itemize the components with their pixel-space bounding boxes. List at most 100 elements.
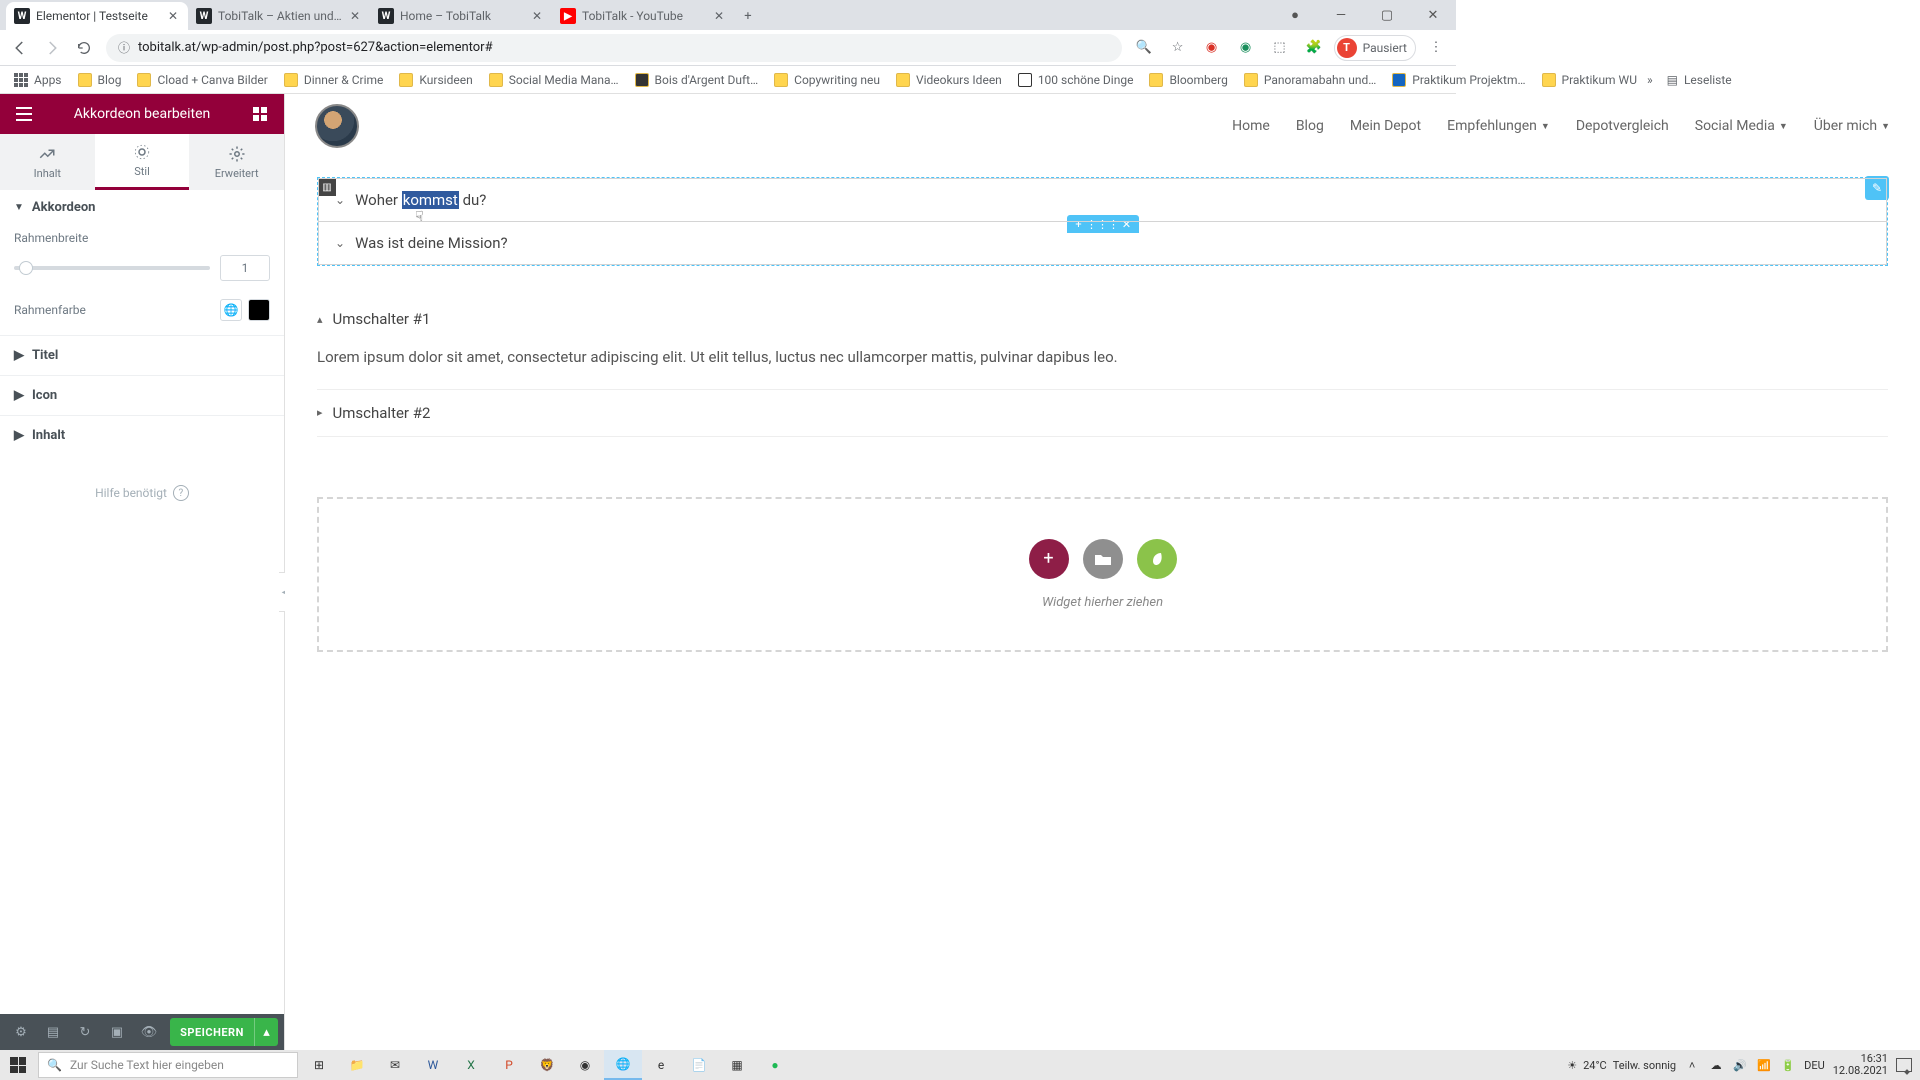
- browser-tab[interactable]: W TobiTalk – Aktien und persönliche ✕: [188, 2, 370, 30]
- taskbar-search[interactable]: 🔍 Zur Suche Text hier eingeben: [38, 1052, 298, 1078]
- maximize-button[interactable]: ▢: [1364, 0, 1410, 30]
- extension-icon[interactable]: ◉: [1232, 34, 1260, 62]
- editor-canvas[interactable]: Home Blog Mein Depot Empfehlungen▼ Depot…: [285, 94, 1920, 1050]
- spotify-icon[interactable]: ●: [756, 1050, 794, 1080]
- reading-list-button[interactable]: ▤Leseliste: [1661, 68, 1738, 92]
- toggle-item[interactable]: ▴Umschalter #1 Lorem ipsum dolor sit ame…: [317, 296, 1888, 390]
- powerpoint-icon[interactable]: P: [490, 1050, 528, 1080]
- extension-icon[interactable]: ◉: [1198, 34, 1226, 62]
- tray-chevron-icon[interactable]: ˄: [1684, 1057, 1700, 1073]
- wifi-icon[interactable]: 📶: [1756, 1057, 1772, 1073]
- section-accordion-toggle[interactable]: ▼ Akkordeon: [0, 190, 284, 225]
- global-color-icon[interactable]: 🌐: [220, 299, 242, 321]
- browser-tab[interactable]: ▶ TobiTalk - YouTube ✕: [552, 2, 734, 30]
- history-icon[interactable]: ↻: [70, 1017, 100, 1047]
- chrome-menu-icon[interactable]: ⋮: [1422, 34, 1450, 62]
- close-icon[interactable]: ✕: [166, 9, 180, 23]
- help-link[interactable]: Hilfe benötigt ?: [0, 455, 284, 531]
- add-section-button[interactable]: +: [1029, 539, 1069, 579]
- chrome-icon[interactable]: 🌐: [604, 1050, 642, 1080]
- nav-item-empfehlungen[interactable]: Empfehlungen▼: [1447, 118, 1550, 134]
- section-titel-toggle[interactable]: ▶Titel: [0, 335, 284, 375]
- settings-icon[interactable]: ⚙: [6, 1017, 36, 1047]
- edge-icon[interactable]: e: [642, 1050, 680, 1080]
- minimize-button[interactable]: —: [1318, 0, 1364, 30]
- widgets-grid-icon[interactable]: [244, 98, 276, 130]
- template-library-button[interactable]: [1083, 539, 1123, 579]
- close-icon[interactable]: ✕: [712, 9, 726, 23]
- account-dot-icon[interactable]: ●: [1272, 0, 1318, 30]
- app-icon[interactable]: 📄: [680, 1050, 718, 1080]
- accordion-item[interactable]: ⌄ Woher kommst du? ☟: [319, 179, 1886, 222]
- word-icon[interactable]: W: [414, 1050, 452, 1080]
- bookmark-item[interactable]: Copywriting neu: [768, 68, 886, 92]
- bookmark-item[interactable]: Blog: [72, 68, 128, 92]
- site-info-icon[interactable]: ⓘ: [118, 39, 130, 56]
- weather-widget[interactable]: ☀ 24°C Teilw. sonnig: [1567, 1059, 1676, 1072]
- menu-icon[interactable]: [8, 98, 40, 130]
- toggle-item[interactable]: ▸Umschalter #2: [317, 390, 1888, 437]
- obs-icon[interactable]: ◉: [566, 1050, 604, 1080]
- bookmark-item[interactable]: Cload + Canva Bilder: [131, 68, 273, 92]
- preview-icon[interactable]: 👁: [134, 1017, 164, 1047]
- nav-item-social[interactable]: Social Media▼: [1695, 118, 1788, 134]
- bookmark-item[interactable]: Praktikum Projektm…: [1386, 68, 1531, 92]
- close-window-button[interactable]: ✕: [1410, 0, 1456, 30]
- navigator-icon[interactable]: ▤: [38, 1017, 68, 1047]
- tab-advanced[interactable]: Erweitert: [189, 134, 284, 190]
- border-width-slider[interactable]: [14, 266, 210, 270]
- accordion-item[interactable]: ⌄ Was ist deine Mission?: [319, 222, 1886, 264]
- bookmark-item[interactable]: Social Media Mana…: [483, 68, 625, 92]
- language-indicator[interactable]: DEU: [1804, 1059, 1825, 1072]
- clock[interactable]: 16:31 12.08.2021: [1833, 1053, 1888, 1077]
- toggle-widget[interactable]: ▴Umschalter #1 Lorem ipsum dolor sit ame…: [317, 296, 1888, 437]
- browser-tab[interactable]: W Elementor | Testseite ✕: [6, 2, 188, 30]
- bookmark-item[interactable]: Bois d'Argent Duft…: [629, 68, 765, 92]
- notifications-icon[interactable]: [1896, 1057, 1912, 1073]
- save-button[interactable]: SPEICHERN: [170, 1018, 254, 1046]
- extension-icon[interactable]: ⬚: [1266, 34, 1294, 62]
- section-icon-toggle[interactable]: ▶Icon: [0, 375, 284, 415]
- nav-item-depotvergleich[interactable]: Depotvergleich: [1576, 118, 1669, 134]
- profile-button[interactable]: T Pausiert: [1334, 35, 1416, 61]
- slider-thumb[interactable]: [19, 261, 33, 275]
- bookmark-star-icon[interactable]: ☆: [1164, 34, 1192, 62]
- forward-button[interactable]: [38, 34, 66, 62]
- site-logo[interactable]: [315, 104, 359, 148]
- mail-icon[interactable]: ✉: [376, 1050, 414, 1080]
- bookmark-apps[interactable]: Apps: [8, 68, 68, 92]
- bookmark-item[interactable]: Dinner & Crime: [278, 68, 390, 92]
- new-tab-button[interactable]: +: [734, 2, 762, 30]
- bookmark-item[interactable]: 100 schöne Dinge: [1012, 68, 1140, 92]
- address-bar[interactable]: ⓘ tobitalk.at/wp-admin/post.php?post=627…: [106, 34, 1122, 62]
- excel-icon[interactable]: X: [452, 1050, 490, 1080]
- brave-icon[interactable]: 🦁: [528, 1050, 566, 1080]
- add-section-dropzone[interactable]: + Widget hierher ziehen: [317, 497, 1888, 652]
- browser-tab[interactable]: W Home – TobiTalk ✕: [370, 2, 552, 30]
- volume-icon[interactable]: 🔊: [1732, 1057, 1748, 1073]
- bookmark-item[interactable]: Bloomberg: [1143, 68, 1233, 92]
- nav-item-ueber[interactable]: Über mich▼: [1814, 118, 1890, 134]
- tab-style[interactable]: Stil: [95, 134, 190, 190]
- close-icon[interactable]: ✕: [530, 9, 544, 23]
- bookmark-item[interactable]: Videokurs Ideen: [890, 68, 1008, 92]
- back-button[interactable]: [6, 34, 34, 62]
- onedrive-icon[interactable]: ☁: [1708, 1057, 1724, 1073]
- envato-button[interactable]: [1137, 539, 1177, 579]
- close-icon[interactable]: ✕: [348, 9, 362, 23]
- bookmark-item[interactable]: Praktikum WU: [1536, 68, 1643, 92]
- section-inhalt-toggle[interactable]: ▶Inhalt: [0, 415, 284, 455]
- save-options-button[interactable]: ▴: [254, 1018, 278, 1046]
- reload-button[interactable]: [70, 34, 98, 62]
- task-view-icon[interactable]: ⊞: [300, 1050, 338, 1080]
- border-width-input[interactable]: [220, 255, 270, 281]
- start-button[interactable]: [0, 1050, 36, 1080]
- extensions-puzzle-icon[interactable]: 🧩: [1300, 34, 1328, 62]
- app-icon[interactable]: ▦: [718, 1050, 756, 1080]
- nav-item-blog[interactable]: Blog: [1296, 118, 1324, 134]
- file-explorer-icon[interactable]: 📁: [338, 1050, 376, 1080]
- tab-content[interactable]: Inhalt: [0, 134, 95, 190]
- zoom-icon[interactable]: 🔍: [1130, 34, 1158, 62]
- bookmarks-overflow-icon[interactable]: »: [1647, 73, 1653, 87]
- bookmark-item[interactable]: Kursideen: [393, 68, 478, 92]
